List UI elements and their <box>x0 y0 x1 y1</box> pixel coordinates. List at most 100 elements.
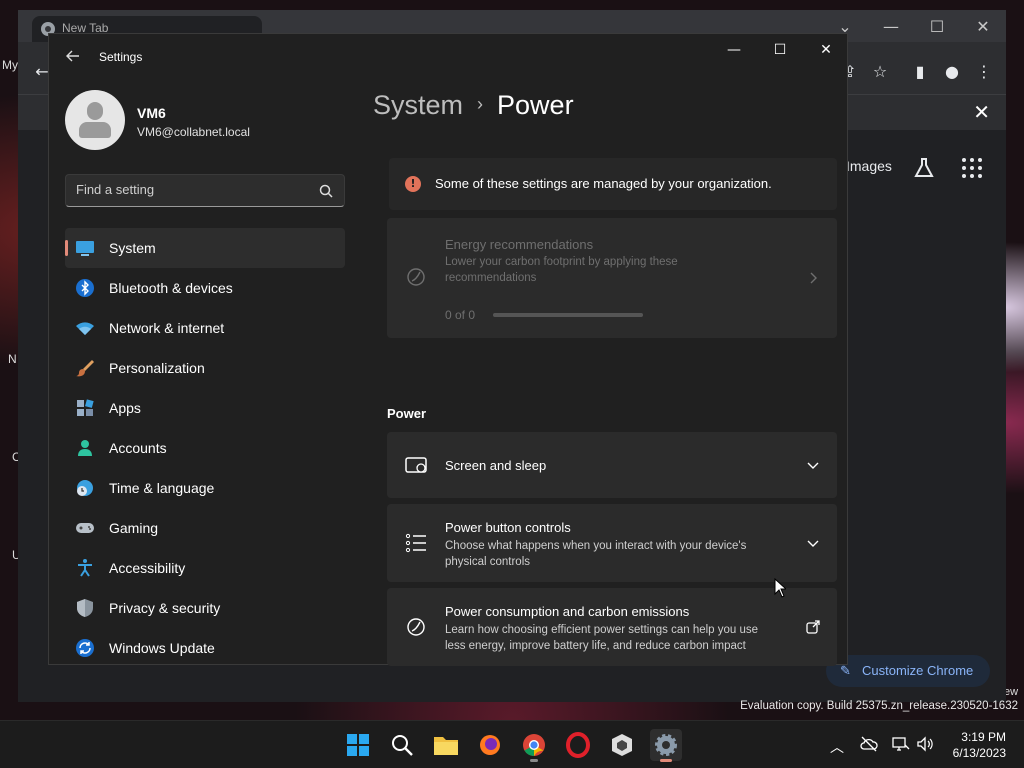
firefox-button[interactable] <box>474 729 506 761</box>
side-panel-icon[interactable]: ▮ <box>908 60 932 84</box>
nav-item-personalization[interactable]: Personalization <box>65 348 345 388</box>
user-email: VM6@collabnet.local <box>137 125 250 139</box>
nav-item-time-language[interactable]: Time & language <box>65 468 345 508</box>
chrome-maximize-button[interactable]: ☐ <box>914 16 960 38</box>
breadcrumb-parent[interactable]: System <box>373 90 463 120</box>
card-description: Learn how choosing efficient power setti… <box>445 624 759 652</box>
running-indicator <box>530 759 538 762</box>
nav-item-accounts[interactable]: Accounts <box>65 428 345 468</box>
settings-window[interactable]: Settings — ☐ ✕ VM6 VM6@collabnet.local S… <box>48 33 849 668</box>
chevron-down-icon[interactable] <box>805 535 821 551</box>
nav-item-accessibility[interactable]: Accessibility <box>65 548 345 588</box>
managed-by-org-banner: ! Some of these settings are managed by … <box>389 158 837 210</box>
card-title: Power button controls <box>445 520 571 535</box>
chrome-close-button[interactable]: ✕ <box>960 16 1006 38</box>
chrome-menu-icon[interactable]: ⋮ <box>972 60 996 84</box>
images-link[interactable]: Images <box>846 158 892 174</box>
nav-label: Network & internet <box>109 320 225 336</box>
info-icon: ! <box>405 176 421 192</box>
external-link-icon[interactable] <box>805 619 821 635</box>
leaf-icon <box>407 618 425 636</box>
search-icon[interactable] <box>318 183 334 199</box>
brush-icon <box>76 360 94 377</box>
settings-taskbar-button[interactable] <box>650 729 682 762</box>
search-input[interactable] <box>76 182 306 197</box>
profile-icon[interactable]: ● <box>940 60 964 84</box>
nav-item-privacy-security[interactable]: Privacy & security <box>65 588 345 628</box>
bookmark-star-icon[interactable]: ☆ <box>868 60 892 84</box>
nav-label: Accounts <box>109 440 167 456</box>
nav-label: Bluetooth & devices <box>109 280 233 296</box>
nav-label: Accessibility <box>109 560 186 576</box>
cube-app-icon <box>612 734 632 756</box>
labs-flask-icon[interactable] <box>912 156 936 180</box>
nav-item-bluetooth[interactable]: Bluetooth & devices <box>65 268 345 308</box>
progress-text: 0 of 0 <box>445 308 476 322</box>
nav-label: System <box>109 240 156 256</box>
power-button-controls-card[interactable]: Power button controls Choose what happen… <box>387 504 837 582</box>
nav-label: Apps <box>109 400 141 416</box>
file-explorer-button[interactable] <box>430 729 462 761</box>
nav-item-windows-update[interactable]: Windows Update <box>65 628 345 668</box>
update-icon <box>76 639 94 657</box>
evaluation-watermark: Evaluation copy. Build 25375.zn_release.… <box>740 700 1018 712</box>
content-pane: ! Some of these settings are managed by … <box>387 158 837 666</box>
find-setting-search[interactable] <box>65 174 345 207</box>
customize-chrome-button[interactable]: ✎ Customize Chrome <box>826 655 990 687</box>
energy-recommendations-card[interactable]: Energy recommendations Lower your carbon… <box>387 218 837 338</box>
card-title: Energy recommendations <box>445 237 594 252</box>
card-description: Choose what happens when you interact wi… <box>445 540 747 568</box>
banner-text: Some of these settings are managed by yo… <box>435 176 772 191</box>
wifi-icon <box>76 322 94 335</box>
opera-button[interactable] <box>562 729 594 761</box>
avatar[interactable] <box>65 90 125 150</box>
network-icon[interactable] <box>892 735 910 753</box>
back-button[interactable] <box>63 48 83 68</box>
start-button[interactable] <box>342 729 374 761</box>
power-consumption-card[interactable]: Power consumption and carbon emissions L… <box>387 588 837 666</box>
gamepad-icon <box>76 523 94 533</box>
nav-label: Time & language <box>109 480 215 496</box>
user-name: VM6 <box>137 105 166 121</box>
chrome-minimize-button[interactable]: — <box>868 16 914 38</box>
screen-and-sleep-card[interactable]: Screen and sleep <box>387 432 837 498</box>
infobar-close-icon[interactable]: ✕ <box>973 100 990 124</box>
taskbar-search-button[interactable] <box>386 729 418 761</box>
leaf-icon <box>407 268 425 286</box>
nav-item-apps[interactable]: Apps <box>65 388 345 428</box>
nav-item-network[interactable]: Network & internet <box>65 308 345 348</box>
google-apps-icon[interactable] <box>962 158 982 178</box>
nav-item-gaming[interactable]: Gaming <box>65 508 345 548</box>
screen-sleep-icon <box>405 457 427 473</box>
back-arrow-icon <box>66 50 79 62</box>
close-button[interactable]: ✕ <box>803 38 849 62</box>
chevron-down-icon[interactable] <box>805 457 821 473</box>
opera-icon <box>566 732 590 758</box>
volume-icon[interactable] <box>916 735 934 753</box>
maximize-button[interactable]: ☐ <box>757 38 803 62</box>
list-icon <box>405 533 426 553</box>
desktop-icon-label[interactable]: My <box>2 58 18 72</box>
clock-time: 3:19 PM <box>961 730 1006 744</box>
chrome-icon <box>523 734 545 756</box>
section-heading-power: Power <box>387 406 427 421</box>
show-hidden-icons-chevron-icon[interactable]: ︿ <box>830 737 844 757</box>
taskbar-clock[interactable]: 3:19 PM 6/13/2023 <box>953 729 1006 761</box>
folder-icon <box>434 737 458 755</box>
clock-date: 6/13/2023 <box>952 746 1006 760</box>
accessibility-icon <box>78 559 92 577</box>
nav-item-system[interactable]: System <box>65 228 345 268</box>
desktop-icon-label[interactable]: N <box>8 352 17 366</box>
window-title: Settings <box>99 50 143 64</box>
customize-chrome-label: Customize Chrome <box>862 663 974 678</box>
breadcrumb: System › Power <box>373 90 574 121</box>
desktop-edge-text: ew <box>1004 686 1019 698</box>
app-cube-button[interactable] <box>606 729 638 761</box>
cloud-offline-icon[interactable] <box>860 735 878 753</box>
minimize-button[interactable]: — <box>711 38 757 62</box>
active-indicator <box>660 759 672 762</box>
chrome-button[interactable] <box>518 729 550 762</box>
apps-icon <box>77 399 94 416</box>
card-description: Lower your carbon footprint by applying … <box>445 256 678 284</box>
card-title: Power consumption and carbon emissions <box>445 604 690 619</box>
